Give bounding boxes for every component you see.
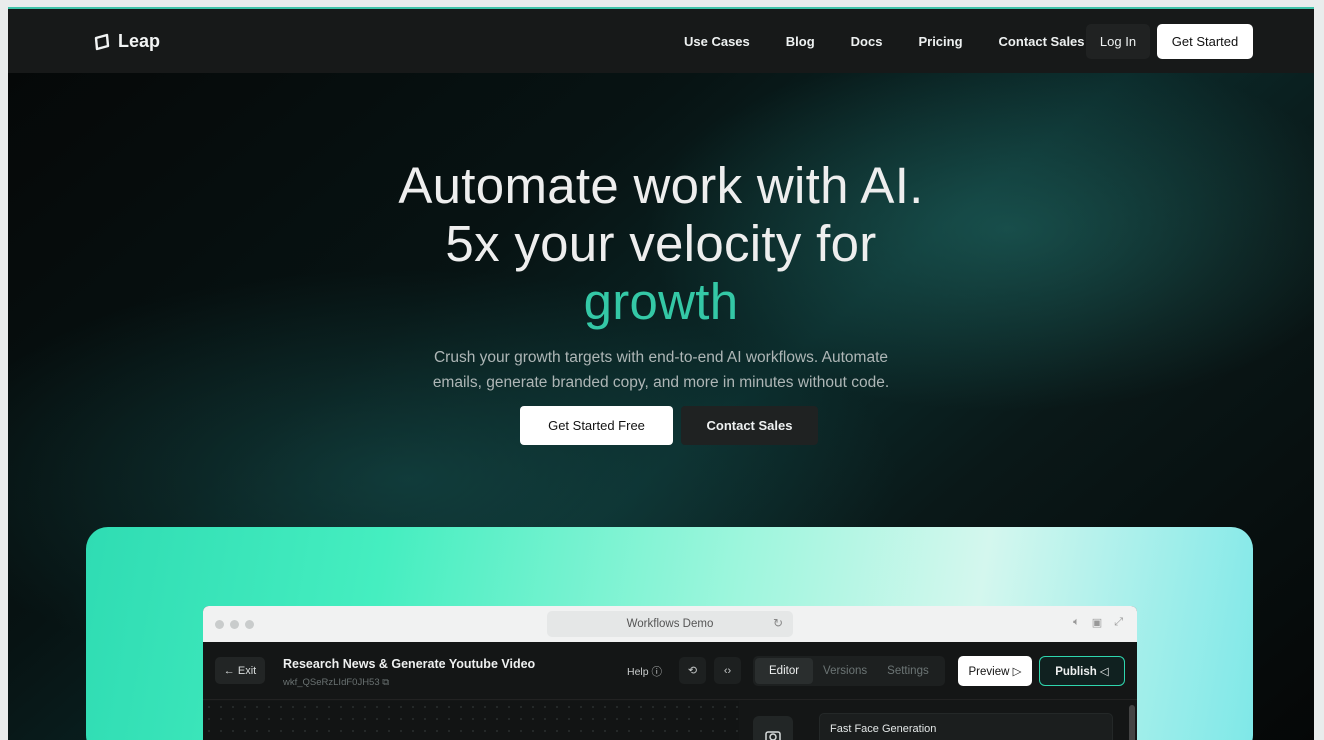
editor-tabs: Editor Versions Settings (753, 656, 945, 686)
window-controls (215, 620, 254, 629)
node-title: Fast Face Generation (830, 723, 937, 735)
nav-link-contact-sales[interactable]: Contact Sales (999, 34, 1085, 49)
brand-logo[interactable]: Leap (92, 31, 160, 52)
workflow-title: Research News & Generate Youtube Video (283, 657, 536, 671)
demo-browser-window: Workflows Demo ↻ 🔈︎ ▣ ⤢ ← Exit Research … (203, 606, 1137, 740)
login-button[interactable]: Log In (1086, 24, 1150, 59)
address-bar[interactable]: Workflows Demo (547, 611, 793, 637)
nav-link-docs[interactable]: Docs (851, 34, 883, 49)
fullscreen-icon[interactable]: ⤢ (1114, 616, 1123, 629)
code-icon[interactable]: ‹› (714, 657, 741, 684)
tab-versions[interactable]: Versions (813, 665, 877, 677)
workflow-header: ← Exit Research News & Generate Youtube … (203, 642, 1137, 700)
get-started-button[interactable]: Get Started (1157, 24, 1253, 59)
hero-subtitle-line2: emails, generate branded copy, and more … (432, 374, 890, 391)
workflow-id: wkf_QSeRzLIdF0JH53 ⧉ (283, 677, 389, 688)
workflow-canvas[interactable] (203, 701, 739, 740)
window-minimize-dot[interactable] (230, 620, 239, 629)
copy-icon[interactable]: ⧉ (382, 677, 389, 688)
browser-titlebar: Workflows Demo ↻ 🔈︎ ▣ ⤢ (203, 606, 1137, 642)
nav-links: Use Cases Blog Docs Pricing Contact Sale… (684, 34, 1121, 49)
top-nav: Leap Use Cases Blog Docs Pricing Contact… (8, 9, 1314, 73)
window-maximize-dot[interactable] (245, 620, 254, 629)
logo-text: Leap (118, 31, 161, 51)
exit-button[interactable]: ← Exit (215, 657, 265, 684)
page-frame: Leap Use Cases Blog Docs Pricing Contact… (8, 7, 1314, 740)
window-close-dot[interactable] (215, 620, 224, 629)
hero-title-line1: Automate work with AI. (398, 157, 924, 214)
camera-icon[interactable] (753, 716, 793, 740)
preview-button[interactable]: Preview ▷ (958, 656, 1032, 686)
hero-title-accent: growth (583, 273, 739, 330)
workflow-id-text: wkf_QSeRzLIdF0JH53 (283, 677, 380, 688)
leap-logo-icon (94, 33, 110, 50)
tab-settings[interactable]: Settings (877, 665, 939, 677)
get-started-free-button[interactable]: Get Started Free (520, 406, 673, 445)
node-card[interactable]: Fast Face Generation (819, 713, 1113, 740)
help-link[interactable]: Help ⓘ (627, 664, 662, 679)
volume-icon[interactable]: 🔈︎ (1073, 616, 1080, 629)
scrollbar[interactable] (1129, 705, 1135, 740)
node-panel: Fast Face Generation (739, 701, 1137, 740)
tab-editor[interactable]: Editor (755, 658, 814, 684)
nav-link-pricing[interactable]: Pricing (918, 34, 962, 49)
publish-button[interactable]: Publish ◁ (1039, 656, 1125, 686)
hero-title-line2: 5x your velocity for (445, 215, 877, 272)
hero-title: Automate work with AI. 5x your velocity … (8, 157, 1314, 331)
window-toolbar-icons: 🔈︎ ▣ ⤢ (1073, 616, 1123, 629)
nav-link-use-cases[interactable]: Use Cases (684, 34, 750, 49)
hero-subtitle-line1: Crush your growth targets with end-to-en… (433, 349, 889, 366)
history-icon[interactable]: ⟲ (679, 657, 706, 684)
nav-link-blog[interactable]: Blog (786, 34, 815, 49)
contact-sales-button[interactable]: Contact Sales (681, 406, 818, 445)
reload-icon[interactable]: ↻ (773, 616, 783, 630)
hero-subtitle: Crush your growth targets with end-to-en… (8, 345, 1314, 395)
captions-icon[interactable]: ▣ (1092, 616, 1102, 629)
camera-icon-glyph (765, 731, 781, 740)
